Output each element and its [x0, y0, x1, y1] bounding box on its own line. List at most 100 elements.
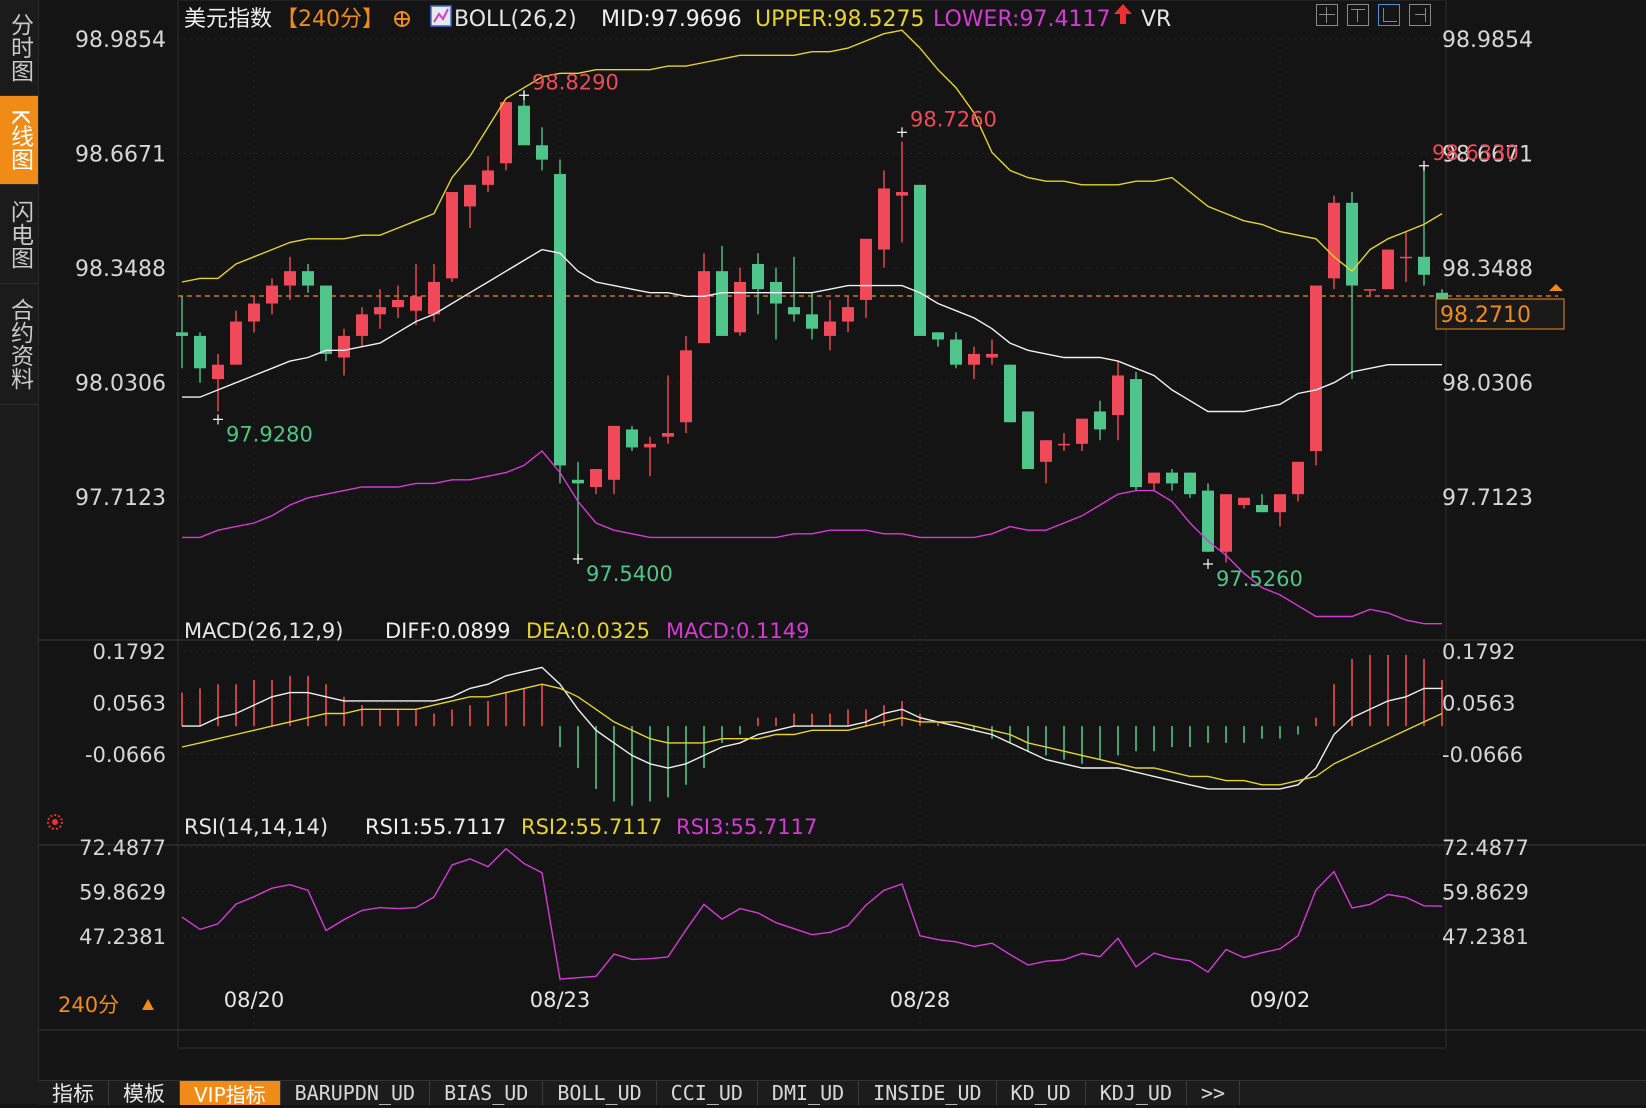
tab-10[interactable]: KDJ_UD [1086, 1081, 1187, 1105]
candle-body [536, 145, 548, 160]
vr-label[interactable]: VR [1141, 7, 1171, 32]
candle-body [518, 105, 530, 146]
rsi2-value: RSI2:55.7117 [521, 815, 662, 839]
high-price-label: 98.8290 [532, 70, 619, 94]
nav-kline[interactable]: K线图 [0, 96, 38, 185]
candle-body [1022, 411, 1034, 470]
tab-4[interactable]: BIAS_UD [430, 1081, 544, 1105]
x-date-label: 08/23 [530, 988, 591, 1012]
candle-body [482, 170, 494, 185]
candle-body [248, 303, 260, 322]
candle-body [230, 321, 242, 365]
x-date-label: 08/20 [224, 988, 285, 1012]
candle-body [590, 469, 602, 487]
candle-body [860, 238, 872, 300]
tab-1[interactable]: 模板 [109, 1081, 180, 1106]
macd-dea: DEA:0.0325 [526, 619, 650, 643]
candle-body [698, 271, 710, 344]
chart-area[interactable]: 98.9854 98.9854 98.6671 98.6671 98.3488 98.34… [38, 0, 1646, 1080]
candle-body [752, 263, 764, 290]
candle-body [1328, 202, 1340, 279]
rsi-settings-icon[interactable] [47, 814, 63, 830]
x-period-label[interactable]: 240分 [58, 993, 119, 1017]
plot-frame [177, 0, 1447, 1049]
candle-body [212, 364, 224, 380]
main-y-tick-left: 97.7123 [75, 486, 166, 511]
period-label[interactable]: 【240分】 [276, 7, 384, 32]
candle-body [356, 314, 368, 336]
candle-body [1238, 497, 1250, 505]
price-marker-icon [1549, 284, 1563, 291]
nav-contract-info[interactable]: 合约资料 [0, 284, 38, 405]
indicator-chart-icon[interactable] [430, 5, 452, 27]
tab-11[interactable]: >> [1187, 1081, 1241, 1105]
macd-y-tick-right: 0.1792 [1442, 640, 1515, 664]
candle-body [284, 271, 296, 286]
low-price-label: 97.5400 [586, 562, 673, 586]
exit-fullscreen-icon[interactable] [1409, 4, 1431, 26]
draw-tool-icon[interactable] [1378, 4, 1400, 26]
rsi-y-tick-left: 72.4877 [79, 836, 166, 860]
candle-body [1076, 418, 1088, 444]
macd-y-tick-left: 0.1792 [93, 640, 166, 664]
candle-body [1256, 504, 1268, 513]
candle-body [896, 192, 908, 196]
candle-body [1112, 375, 1124, 416]
candle-body [1184, 472, 1196, 495]
instrument-name: 美元指数 [184, 7, 272, 32]
macd-y-tick-right: 0.0563 [1442, 692, 1515, 716]
layout-view-icon[interactable] [1347, 4, 1369, 26]
high-price-label: 98.7260 [910, 107, 997, 131]
candle-body [716, 271, 728, 336]
tab-2[interactable]: VIP指标 [180, 1081, 281, 1107]
macd-dea-line [181, 683, 1443, 786]
red-up-arrow-icon[interactable] [1114, 4, 1132, 24]
candle-body [1364, 289, 1376, 291]
candle-body [302, 271, 314, 286]
candle-body [500, 102, 512, 164]
left-nav: 分时图 K线图 闪电图 合约资料 [0, 0, 39, 1104]
candle-body [1004, 364, 1016, 423]
candle-body [1310, 285, 1322, 452]
macd-diff: DIFF:0.0899 [385, 619, 510, 643]
main-y-tick-right: 98.9854 [1442, 28, 1533, 53]
candle-body [194, 335, 206, 369]
period-dropdown-icon[interactable] [394, 11, 410, 27]
main-y-tick-left: 98.6671 [75, 143, 166, 168]
candle-body [734, 281, 746, 333]
indicator-tab-bar: 指标 模板 VIP指标 BARUPDN_UD BIAS_UD BOLL_UD CCI_UD D… [38, 1080, 1646, 1107]
period-up-triangle-icon[interactable] [142, 999, 154, 1010]
macd-label[interactable]: MACD(26,12,9) [184, 619, 344, 643]
boll-upper-line [181, 29, 1443, 283]
candle-body [986, 353, 998, 358]
candle-body [572, 479, 584, 484]
kline-chart[interactable]: 98.9854 98.985498.6671 98.667198.3488 98.34… [38, 0, 1646, 1080]
candle-body [428, 281, 440, 315]
nav-timeshare[interactable]: 分时图 [0, 0, 38, 96]
nav-flash-chart[interactable]: 闪电图 [0, 185, 38, 284]
candle-body [1346, 202, 1358, 286]
tab-9[interactable]: KD_UD [997, 1081, 1086, 1105]
candle-body [1148, 472, 1160, 484]
main-y-tick-left: 98.0306 [75, 371, 166, 396]
rsi-label[interactable]: RSI(14,14,14) [184, 815, 328, 839]
boll-label[interactable]: BOLL(26,2) [454, 7, 577, 32]
candle-body [338, 335, 350, 358]
tab-6[interactable]: CCI_UD [657, 1081, 758, 1105]
candle-body [842, 307, 854, 322]
boll-upper: UPPER:98.5275 [755, 7, 925, 32]
candle-body [824, 321, 836, 336]
candle-body [1202, 490, 1214, 552]
tab-8[interactable]: INSIDE_UD [859, 1081, 997, 1105]
x-date-label: 09/02 [1250, 988, 1311, 1012]
candle-body [1274, 494, 1286, 513]
tab-5[interactable]: BOLL_UD [543, 1081, 657, 1105]
candle-body [680, 350, 692, 423]
candle-body [410, 296, 422, 311]
tab-7[interactable]: DMI_UD [758, 1081, 860, 1105]
rsi-line [181, 847, 1443, 980]
tab-0[interactable]: 指标 [38, 1081, 109, 1106]
grid-view-icon[interactable] [1316, 4, 1338, 26]
tab-3[interactable]: BARUPDN_UD [281, 1081, 431, 1105]
main-y-tick-right: 98.3488 [1442, 257, 1533, 282]
